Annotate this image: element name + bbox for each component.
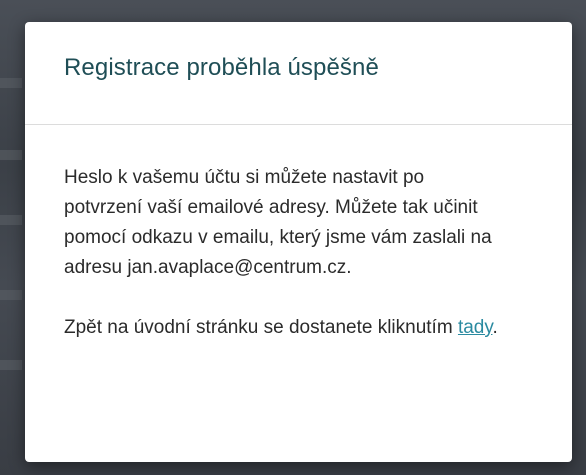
dialog-body: Heslo k vašemu účtu si můžete nastavit p… <box>25 125 572 343</box>
return-message: Zpět na úvodní stránku se dostanete klik… <box>64 313 504 343</box>
dialog-header: Registrace proběhla úspěšně <box>25 22 572 125</box>
dialog-title: Registrace proběhla úspěšně <box>64 54 379 81</box>
return-message-text: Zpět na úvodní stránku se dostanete klik… <box>64 317 458 338</box>
backdrop-fragment <box>0 78 22 88</box>
homepage-link[interactable]: tady <box>458 317 493 338</box>
confirmation-message: Heslo k vašemu účtu si můžete nastavit p… <box>64 167 492 278</box>
backdrop-fragment <box>0 290 22 300</box>
registration-success-dialog: Registrace proběhla úspěšně Heslo k vaše… <box>25 22 572 462</box>
backdrop-fragment <box>0 215 22 225</box>
backdrop-fragment <box>0 150 22 160</box>
backdrop-fragment <box>0 360 22 370</box>
return-message-suffix: . <box>492 317 498 338</box>
